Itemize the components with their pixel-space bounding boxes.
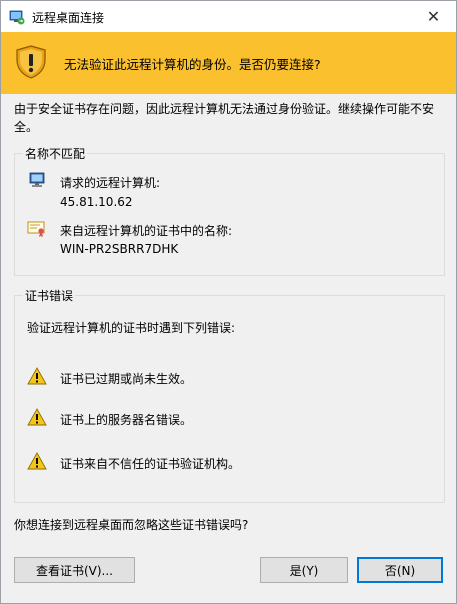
no-button[interactable]: 否(N) <box>357 557 443 583</box>
title-bar: 远程桌面连接 ✕ <box>1 1 456 32</box>
name-mismatch-group: 名称不匹配 请求的远程计算机: 45.81.10.62 来自远程计算机的证书中的… <box>14 145 445 276</box>
name-mismatch-legend: 名称不匹配 <box>23 145 88 162</box>
certificate-errors-group: 证书错误 验证远程计算机的证书时遇到下列错误: 证书已过期或尚未生效。 证书上的… <box>14 287 445 503</box>
requested-computer-value: 45.81.10.62 <box>60 195 133 209</box>
requested-computer-label: 请求的远程计算机: <box>60 176 161 190</box>
intro-text: 由于安全证书存在问题，因此远程计算机无法通过身份验证。继续操作可能不安全。 <box>14 102 435 134</box>
close-button[interactable]: ✕ <box>411 1 456 32</box>
yes-button[interactable]: 是(Y) <box>260 557 348 583</box>
certificate-errors-legend: 证书错误 <box>23 287 76 304</box>
error-text: 证书来自不信任的证书验证机构。 <box>60 457 241 471</box>
error-text: 证书上的服务器名错误。 <box>60 413 193 427</box>
no-label: 否(N) <box>384 563 416 578</box>
error-text: 证书已过期或尚未生效。 <box>60 372 193 386</box>
close-icon: ✕ <box>426 7 441 26</box>
window-title: 远程桌面连接 <box>32 11 105 25</box>
warning-triangle-icon <box>27 452 47 470</box>
certificate-icon <box>27 221 45 237</box>
view-certificate-button[interactable]: 查看证书(V)... <box>14 557 135 583</box>
warning-triangle-icon <box>27 367 47 385</box>
warning-triangle-icon <box>27 408 47 426</box>
remote-desktop-app-icon <box>9 10 25 25</box>
certificate-name-label: 来自远程计算机的证书中的名称: <box>60 224 233 238</box>
banner-message: 无法验证此远程计算机的身份。是否仍要连接? <box>64 57 321 72</box>
warning-banner: 无法验证此远程计算机的身份。是否仍要连接? <box>1 32 456 94</box>
dialog-window: 远程桌面连接 ✕ 无法验证此远程计算机的身份。是否仍要连接? 由于安全证书存在问… <box>0 0 457 604</box>
certificate-name-value: WIN-PR2SBRR7DHK <box>60 242 179 256</box>
warning-shield-icon <box>16 45 46 79</box>
computer-icon <box>29 172 45 187</box>
certificate-errors-intro: 验证远程计算机的证书时遇到下列错误: <box>27 321 236 335</box>
yes-label: 是(Y) <box>289 563 319 578</box>
view-certificate-label: 查看证书(V)... <box>35 563 114 578</box>
confirm-question: 你想连接到远程桌面而忽略这些证书错误吗? <box>14 518 249 532</box>
